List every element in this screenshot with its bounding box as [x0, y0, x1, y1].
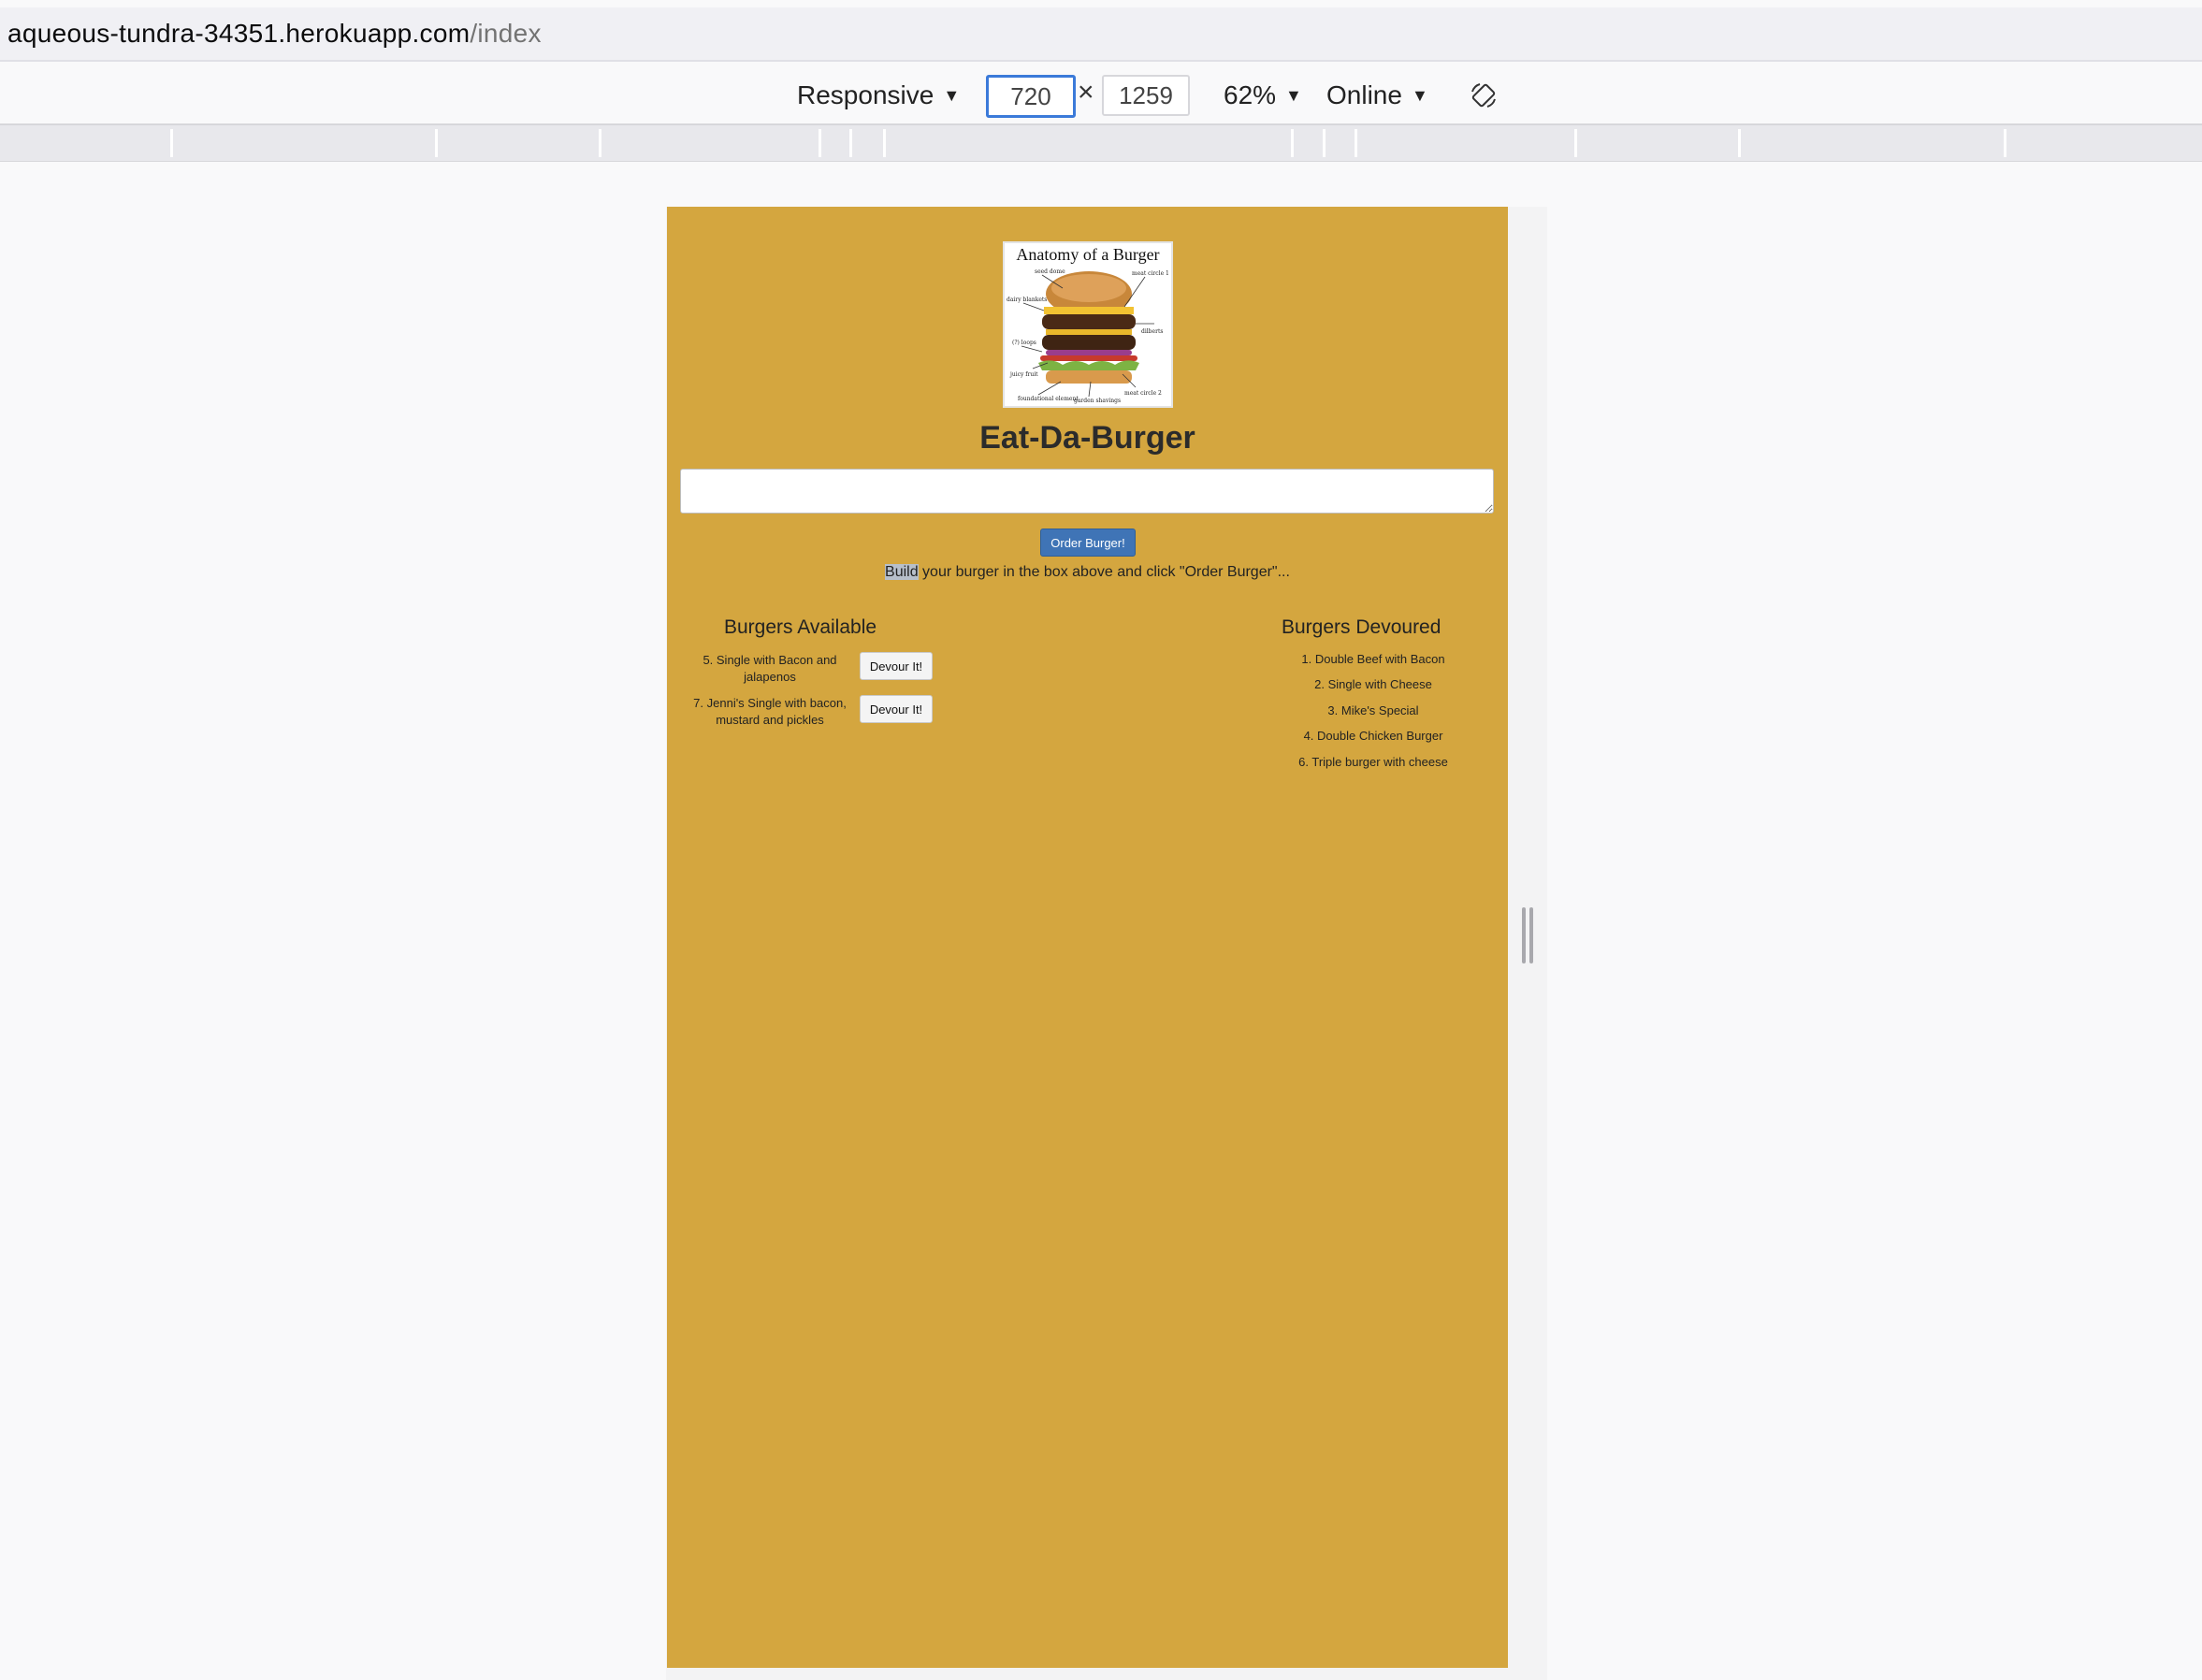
available-heading: Burgers Available — [724, 616, 877, 638]
media-query-ruler — [0, 125, 2202, 162]
ruler-tick — [1738, 129, 1741, 157]
page-title: Eat-Da-Burger — [979, 420, 1195, 456]
ruler-tick — [1291, 129, 1294, 157]
ruler-tick — [1574, 129, 1577, 157]
viewport-resize-handle[interactable] — [1522, 907, 1535, 963]
ruler-tick — [170, 129, 173, 157]
ruler-tick — [435, 129, 438, 157]
burger-anatomy-image: Anatomy of a Burger seed dome meat circl… — [1003, 241, 1173, 408]
ruler-tick — [1323, 129, 1326, 157]
url-host: aqueous-tundra-34351.herokuapp.com — [7, 19, 471, 48]
device-preset-dropdown[interactable]: Responsive ▼ — [797, 67, 960, 123]
chevron-down-icon: ▼ — [943, 85, 961, 105]
list-item: 4. Double Chicken Burger — [1303, 729, 1443, 743]
hero-label: dairy blankets — [1007, 297, 1047, 303]
instructions-rest: your burger in the box above and click "… — [918, 564, 1290, 580]
ruler-tick — [849, 129, 852, 157]
devoured-heading: Burgers Devoured — [1282, 616, 1441, 638]
url-text[interactable]: aqueous-tundra-34351.herokuapp.com/index — [0, 19, 542, 49]
hero-label: juicy fruit — [1009, 371, 1038, 378]
hero-label: foundational element — [1018, 396, 1079, 402]
zoom-dropdown[interactable]: 62% ▼ — [1224, 67, 1302, 123]
ruler-tick — [2004, 129, 2006, 157]
list-item: 3. Mike's Special — [1327, 703, 1419, 717]
list-item: 2. Single with Cheese — [1314, 677, 1432, 691]
list-item: 6. Triple burger with cheese — [1298, 755, 1448, 769]
times-icon: × — [1078, 77, 1094, 108]
order-burger-button[interactable]: Order Burger! — [1040, 529, 1136, 557]
viewport-height-input[interactable]: 1259 — [1102, 75, 1190, 116]
network-throttling-dropdown[interactable]: Online ▼ — [1326, 67, 1428, 123]
devour-button[interactable]: Devour It! — [860, 652, 933, 680]
rotate-icon[interactable] — [1469, 67, 1499, 123]
devour-button[interactable]: Devour It! — [860, 695, 933, 723]
instructions-highlight: Build — [885, 564, 919, 580]
chevron-down-icon: ▼ — [1285, 85, 1302, 105]
resize-grip — [1522, 907, 1526, 963]
resize-grip — [1529, 907, 1533, 963]
hero-label: garden shavings — [1074, 398, 1121, 404]
burger-icon: seed dome meat circle 1 dairy blankets d… — [1007, 268, 1169, 404]
page-viewport: Anatomy of a Burger seed dome meat circl… — [667, 207, 1508, 1668]
list-item: 1. Double Beef with Bacon — [1301, 652, 1445, 666]
list-item: 5. Single with Bacon and jalapenos — [703, 653, 837, 684]
responsive-toolbar: Responsive ▼ 720 × 1259 62% ▼ Online ▼ — [0, 67, 2202, 125]
hero-label: seed dome — [1035, 268, 1065, 275]
instructions-text: Build your burger in the box above and c… — [667, 564, 1508, 581]
viewport-width-input[interactable]: 720 — [986, 75, 1076, 118]
hero-label: dilberts — [1141, 328, 1163, 335]
rotate-icon-svg — [1471, 83, 1496, 108]
device-preset-label: Responsive — [797, 80, 934, 109]
zoom-label: 62% — [1224, 80, 1277, 109]
burger-name-input[interactable] — [680, 469, 1494, 514]
network-label: Online — [1326, 80, 1402, 109]
url-bar[interactable]: aqueous-tundra-34351.herokuapp.com/index — [0, 7, 2202, 62]
hero-image-title: Anatomy of a Burger — [1016, 245, 1160, 264]
ruler-tick — [1355, 129, 1357, 157]
url-path: /index — [470, 19, 542, 48]
hero-label: meat circle 2 — [1124, 390, 1162, 397]
ruler-tick — [883, 129, 886, 157]
ruler-tick — [819, 129, 821, 157]
hero-label: meat circle 1 — [1132, 270, 1169, 277]
chevron-down-icon: ▼ — [1411, 85, 1428, 105]
list-item: 7. Jenni's Single with bacon, mustard an… — [693, 696, 847, 727]
hero-label: (?) loops — [1012, 340, 1036, 346]
ruler-tick — [599, 129, 601, 157]
